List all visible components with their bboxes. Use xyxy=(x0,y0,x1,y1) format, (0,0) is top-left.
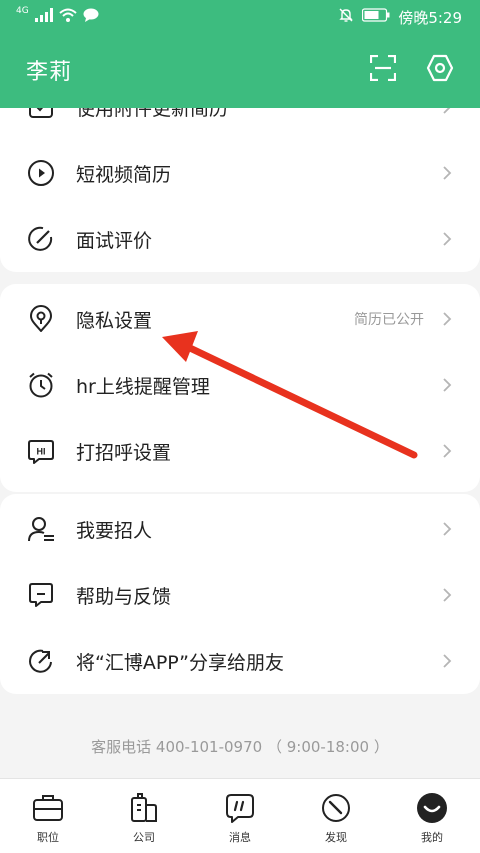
title-row: 李莉 xyxy=(0,44,480,96)
menu-item-attachment-resume[interactable]: 使用附件更新简历 xyxy=(0,108,480,140)
chevron-right-icon xyxy=(442,108,454,115)
wifi-icon xyxy=(59,8,77,26)
scan-icon[interactable] xyxy=(369,54,397,85)
message-icon xyxy=(223,791,257,825)
profile-icon xyxy=(415,791,449,825)
tab-discover[interactable]: 发现 xyxy=(301,791,371,845)
menu-item-privacy-settings[interactable]: 隐私设置 简历已公开 xyxy=(0,286,480,352)
location-pin-icon xyxy=(26,304,56,334)
mute-bell-icon xyxy=(338,7,354,27)
menu-item-label: 打招呼设置 xyxy=(76,441,172,464)
chevron-right-icon xyxy=(442,311,454,327)
menu-item-label: 隐私设置 xyxy=(76,309,153,332)
svg-text:HI: HI xyxy=(37,447,46,457)
tab-label: 我的 xyxy=(421,831,443,844)
customer-service-phone[interactable]: 客服电话 400-101-0970 （ 9:00-18:00 ） xyxy=(0,736,480,757)
recruit-user-icon xyxy=(26,514,56,544)
menu-item-help-feedback[interactable]: 帮助与反馈 xyxy=(0,562,480,628)
settings-icon[interactable] xyxy=(426,54,454,86)
battery-icon xyxy=(362,8,390,26)
chevron-right-icon xyxy=(442,443,454,459)
alarm-clock-icon xyxy=(26,370,56,400)
menu-item-greeting-settings[interactable]: HI 打招呼设置 xyxy=(0,418,480,484)
hi-bubble-icon: HI xyxy=(26,436,56,466)
profile-menu-content: 使用附件更新简历 短视频简历 面试评价 隐私设置 简历已公开 hr上线提醒管理 … xyxy=(0,108,480,778)
menu-item-label: 我要招人 xyxy=(76,519,153,542)
chat-notification-icon xyxy=(83,8,99,26)
chevron-right-icon xyxy=(442,165,454,181)
menu-item-hr-online-reminder[interactable]: hr上线提醒管理 xyxy=(0,352,480,418)
menu-item-label: 短视频简历 xyxy=(76,163,172,186)
attachment-resume-icon xyxy=(26,108,56,122)
menu-item-share-app[interactable]: 将“汇博APP”分享给朋友 xyxy=(0,628,480,694)
feedback-icon xyxy=(26,580,56,610)
app-header: 4G 傍晚5:29 李莉 xyxy=(0,0,480,108)
chevron-right-icon xyxy=(442,521,454,537)
menu-item-video-resume[interactable]: 短视频简历 xyxy=(0,140,480,206)
bottom-tab-bar: 职位 公司 消息 发现 我的 xyxy=(0,778,480,853)
menu-item-label: 将“汇博APP”分享给朋友 xyxy=(76,651,284,674)
play-circle-icon xyxy=(26,158,56,188)
tab-me[interactable]: 我的 xyxy=(397,791,467,845)
menu-item-label: 帮助与反馈 xyxy=(76,585,172,608)
menu-item-interview-review[interactable]: 面试评价 xyxy=(0,206,480,272)
tab-label: 职位 xyxy=(37,831,59,844)
building-icon xyxy=(127,791,161,825)
tab-label: 消息 xyxy=(229,831,251,844)
user-name[interactable]: 李莉 xyxy=(26,54,72,86)
tab-label: 公司 xyxy=(133,831,155,844)
clock: 傍晚5:29 xyxy=(398,8,462,27)
chevron-right-icon xyxy=(442,587,454,603)
status-right: 傍晚5:29 xyxy=(338,7,462,28)
network-type: 4G xyxy=(16,6,29,16)
menu-item-label: 面试评价 xyxy=(76,229,153,252)
interview-review-icon xyxy=(26,224,56,254)
chevron-right-icon xyxy=(442,653,454,669)
resume-visibility-status: 简历已公开 xyxy=(354,312,424,328)
menu-item-label: hr上线提醒管理 xyxy=(76,375,210,398)
tab-jobs[interactable]: 职位 xyxy=(13,791,83,845)
briefcase-icon xyxy=(31,791,65,825)
share-icon xyxy=(26,646,56,676)
compass-icon xyxy=(319,791,353,825)
status-left: 4G xyxy=(16,6,99,26)
status-bar: 4G 傍晚5:29 xyxy=(0,0,480,34)
chevron-right-icon xyxy=(442,231,454,247)
signal-icon xyxy=(34,8,53,26)
tab-messages[interactable]: 消息 xyxy=(205,791,275,845)
tab-label: 发现 xyxy=(325,831,347,844)
title-actions xyxy=(369,54,454,86)
menu-card-settings: 隐私设置 简历已公开 hr上线提醒管理 HI 打招呼设置 xyxy=(0,284,480,492)
chevron-right-icon xyxy=(442,377,454,393)
menu-item-recruit[interactable]: 我要招人 xyxy=(0,496,480,562)
menu-card-resume: 使用附件更新简历 短视频简历 面试评价 xyxy=(0,108,480,272)
menu-item-label: 使用附件更新简历 xyxy=(76,108,229,120)
tab-companies[interactable]: 公司 xyxy=(109,791,179,845)
menu-card-more: 我要招人 帮助与反馈 将“汇博APP”分享给朋友 xyxy=(0,494,480,694)
